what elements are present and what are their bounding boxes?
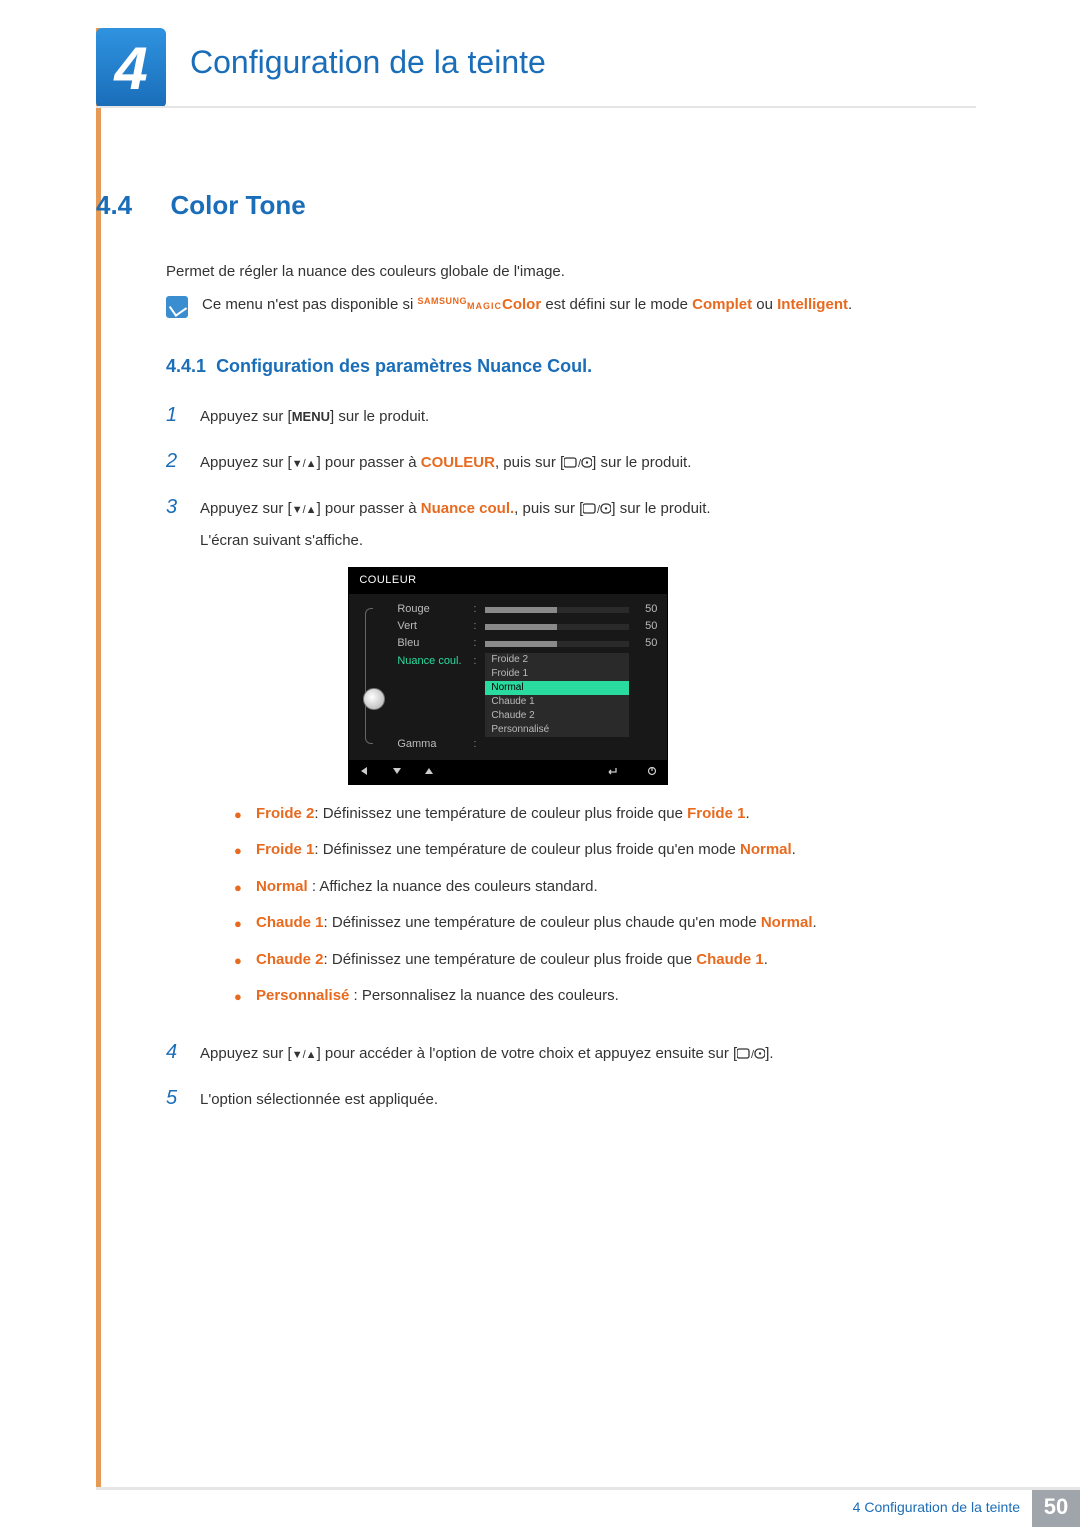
- osd-row-gamma: Gamma:: [397, 737, 657, 754]
- note-row: Ce menu n'est pas disponible si SAMSUNGM…: [166, 296, 976, 318]
- step-4: 4 Appuyez sur [] pour accéder à l'option…: [166, 1036, 976, 1068]
- section-title: Color Tone: [170, 190, 305, 220]
- step-2: 2 Appuyez sur [] pour passer à COULEUR, …: [166, 445, 976, 477]
- divider: [96, 106, 976, 108]
- enter-icon: /: [737, 1042, 765, 1066]
- chapter-title: Configuration de la teinte: [190, 44, 546, 81]
- down-up-icon: [292, 1045, 317, 1062]
- step-5: 5 L'option sélectionnée est appliquée.: [166, 1082, 976, 1114]
- osd-dropdown: Froide 2 Froide 1 Normal Chaude 1 Chaude…: [485, 653, 629, 737]
- bullet-froide1: ● Froide 1: Définissez une température d…: [234, 839, 817, 862]
- osd-row-rouge: Rouge: 50: [397, 602, 657, 619]
- step-3: 3 Appuyez sur [] pour passer à Nuance co…: [166, 491, 976, 1022]
- up-icon: [423, 764, 435, 780]
- note-icon: [166, 296, 188, 318]
- palette-icon: [363, 688, 385, 710]
- subsection-heading: 4.4.1 Configuration des paramètres Nuanc…: [166, 356, 976, 377]
- bullet-chaude1: ● Chaude 1: Définissez une température d…: [234, 912, 817, 935]
- bullet-icon: ●: [234, 805, 242, 826]
- bullet-icon: ●: [234, 878, 242, 899]
- chapter-number: 4: [114, 34, 147, 103]
- note-text: Ce menu n'est pas disponible si SAMSUNGM…: [202, 296, 852, 313]
- osd-title: COULEUR: [349, 568, 667, 594]
- page-number: 50: [1032, 1487, 1080, 1527]
- enter-icon: /: [583, 497, 611, 521]
- bullet-perso: ● Personnalisé : Personnalisez la nuance…: [234, 985, 817, 1008]
- bullet-icon: ●: [234, 914, 242, 935]
- bullet-froide2: ● Froide 2: Définissez une température d…: [234, 803, 817, 826]
- chapter-badge: 4: [96, 28, 166, 108]
- osd-row-vert: Vert: 50: [397, 619, 657, 636]
- osd-footer: [349, 760, 667, 784]
- osd-row-nuance: Nuance coul.: Froide 2 Froide 1 Normal C…: [397, 653, 657, 737]
- menu-button-label: MENU: [292, 409, 330, 424]
- osd-row-bleu: Bleu: 50: [397, 636, 657, 653]
- down-icon: [391, 764, 403, 780]
- bullet-icon: ●: [234, 951, 242, 972]
- bullet-icon: ●: [234, 987, 242, 1008]
- bullet-icon: ●: [234, 841, 242, 862]
- osd-screenshot: COULEUR Rouge: 50: [348, 567, 668, 785]
- section-intro: Permet de régler la nuance des couleurs …: [166, 263, 976, 280]
- step-1: 1 Appuyez sur [MENU] sur le produit.: [166, 399, 976, 431]
- bullet-chaude2: ● Chaude 2: Définissez une température d…: [234, 949, 817, 972]
- options-list: ● Froide 2: Définissez une température d…: [234, 803, 817, 1008]
- section-heading: 4.4 Color Tone: [96, 190, 976, 221]
- bullet-normal: ● Normal : Affichez la nuance des couleu…: [234, 876, 817, 899]
- down-up-icon: [292, 500, 317, 517]
- power-icon: [647, 764, 657, 780]
- down-up-icon: [292, 454, 317, 471]
- footer-chapter-label: 4 Configuration de la teinte: [853, 1499, 1020, 1515]
- enter-icon: /: [564, 451, 592, 475]
- enter-icon: [605, 764, 619, 780]
- section-number: 4.4: [96, 190, 166, 221]
- page-footer: 4 Configuration de la teinte 50: [0, 1487, 1080, 1527]
- back-icon: [359, 764, 371, 780]
